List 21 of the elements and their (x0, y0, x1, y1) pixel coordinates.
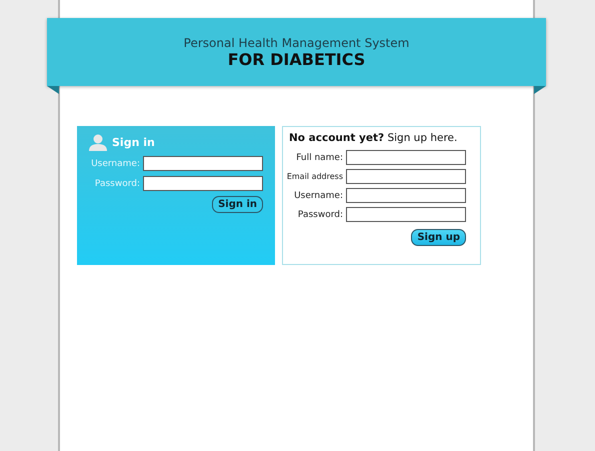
field-label: Password: (94, 178, 140, 188)
field-label: Email address (286, 172, 343, 181)
field-label: Full name: (296, 152, 343, 162)
input-field[interactable] (143, 156, 263, 171)
input-field[interactable] (143, 176, 263, 191)
ribbon-fold-icon (47, 86, 59, 94)
field-label: Password: (298, 210, 343, 220)
user-icon (89, 134, 107, 151)
ribbon-fold-icon (534, 86, 546, 94)
sign-up-button[interactable]: Sign up (411, 229, 466, 246)
input-field[interactable] (346, 169, 466, 184)
field-label: Username: (294, 190, 343, 200)
field-label: Username: (91, 158, 140, 168)
input-field[interactable] (346, 150, 466, 165)
input-field[interactable] (346, 188, 466, 203)
sign-up-heading: No account yet? Sign up here. (288, 132, 458, 144)
header-subtitle: Personal Health Management System (184, 36, 410, 50)
header-title: FOR DIABETICS (228, 50, 366, 68)
sign-in-title: Sign in (112, 136, 155, 149)
input-field[interactable] (346, 207, 466, 222)
sign-in-button[interactable]: Sign in (212, 196, 263, 213)
